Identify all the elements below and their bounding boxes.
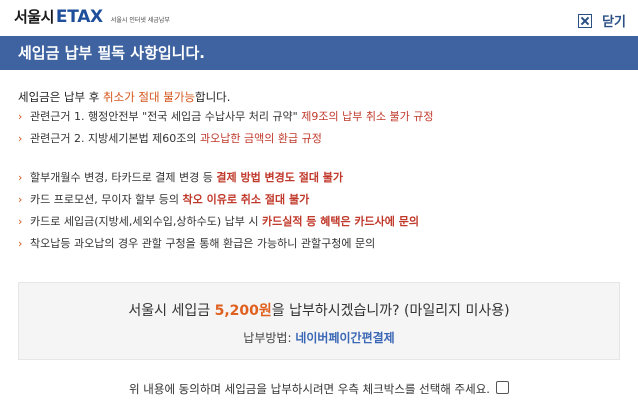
logo-text-en: ETAX <box>55 7 103 27</box>
chevron-right-icon: › <box>18 132 23 145</box>
item-text: 카드 프로모션, 무이자 할부 등의 <box>30 193 183 206</box>
list-item: › 관련근거 1. 행정안전부 "전국 세입금 수납사무 처리 규약" 제9조의 … <box>18 106 434 128</box>
list-item: › 할부개월수 변경, 타카드로 결제 변경 등 결제 방법 변경도 절대 불가 <box>18 167 419 189</box>
logo-subtitle: 서울시 인터넷 세금납부 <box>110 17 170 24</box>
chevron-right-icon: › <box>18 193 23 206</box>
confirm-text-1: 서울시 세입금 <box>128 303 215 319</box>
item-highlight: 착오 이유로 취소 절대 불가 <box>182 193 310 206</box>
close-button[interactable]: 닫기 <box>578 11 626 30</box>
item-text: 착오납등 과오납의 경우 관할 구청을 통해 환급은 가능하니 관할구청에 문의 <box>30 237 376 250</box>
confirm-text-2: 을 납부하시겠습니까? (마일리지 미사용) <box>271 303 510 319</box>
item-highlight: 과오납한 금액의 환급 규정 <box>200 132 322 145</box>
payment-method-value: 네이버페이간편결제 <box>295 331 395 345</box>
list-item: › 관련근거 2. 지방세기본법 제60조의 과오납한 금액의 환급 규정 <box>18 128 434 150</box>
close-icon[interactable] <box>578 13 593 28</box>
agreement-text: 위 내용에 동의하며 세입금을 납부하시려면 우측 체크박스를 선택해 주세요. <box>129 382 490 396</box>
payment-method-label: 납부방법: <box>243 331 296 345</box>
top-bar: 서울시 ETAX 서울시 인터넷 세금납부 닫기 <box>0 0 638 36</box>
item-text: 카드로 세입금(지방세,세외수입,상하수도) 납부 시 <box>30 215 262 228</box>
intro-notice: 세입금은 납부 후 취소가 절대 불가능합니다. <box>18 89 230 105</box>
item-highlight: 제9조의 납부 취소 불가 규정 <box>301 110 434 123</box>
legal-basis-list: › 관련근거 1. 행정안전부 "전국 세입금 수납사무 처리 규약" 제9조의 … <box>18 106 434 150</box>
item-text: 할부개월수 변경, 타카드로 결제 변경 등 <box>30 171 217 184</box>
intro-text-3: 합니다. <box>194 90 231 104</box>
agreement-checkbox[interactable] <box>495 381 509 394</box>
chevron-right-icon: › <box>18 171 23 184</box>
item-highlight: 결제 방법 변경도 절대 불가 <box>216 171 344 184</box>
list-item: › 카드로 세입금(지방세,세외수입,상하수도) 납부 시 카드실적 등 혜택은 … <box>18 211 419 233</box>
payment-method: 납부방법: 네이버페이간편결제 <box>19 329 619 346</box>
list-item: › 카드 프로모션, 무이자 할부 등의 착오 이유로 취소 절대 불가 <box>18 189 419 211</box>
close-label[interactable]: 닫기 <box>602 11 626 30</box>
chevron-right-icon: › <box>18 110 23 123</box>
intro-text-1: 세입금은 납부 후 <box>18 90 104 104</box>
payment-confirm-box: 서울시 세입금 5,200원을 납부하시겠습니까? (마일리지 미사용) 납부방… <box>18 282 620 360</box>
chevron-right-icon: › <box>18 215 23 228</box>
page-title: 세입금 납부 필독 사항입니다. <box>0 36 638 70</box>
intro-text-2: 취소가 절대 불가능 <box>103 90 195 104</box>
payment-amount: 5,200원 <box>214 303 272 319</box>
etax-logo[interactable]: 서울시 ETAX 서울시 인터넷 세금납부 <box>14 6 170 30</box>
list-item: › 착오납등 과오납의 경우 관할 구청을 통해 환급은 가능하니 관할구청에 문… <box>18 233 419 255</box>
item-highlight: 카드실적 등 혜택은 카드사에 문의 <box>261 215 419 228</box>
logo-text-ko: 서울시 <box>14 8 54 26</box>
item-text: 관련근거 1. 행정안전부 "전국 세입금 수납사무 처리 규약" <box>30 110 302 123</box>
chevron-right-icon: › <box>18 237 23 250</box>
item-text: 관련근거 2. 지방세기본법 제60조의 <box>30 132 201 145</box>
card-notice-list: › 할부개월수 변경, 타카드로 결제 변경 등 결제 방법 변경도 절대 불가 … <box>18 167 419 255</box>
confirm-question: 서울시 세입금 5,200원을 납부하시겠습니까? (마일리지 미사용) <box>19 300 619 320</box>
agreement-row: 위 내용에 동의하며 세입금을 납부하시려면 우측 체크박스를 선택해 주세요. <box>0 381 638 397</box>
